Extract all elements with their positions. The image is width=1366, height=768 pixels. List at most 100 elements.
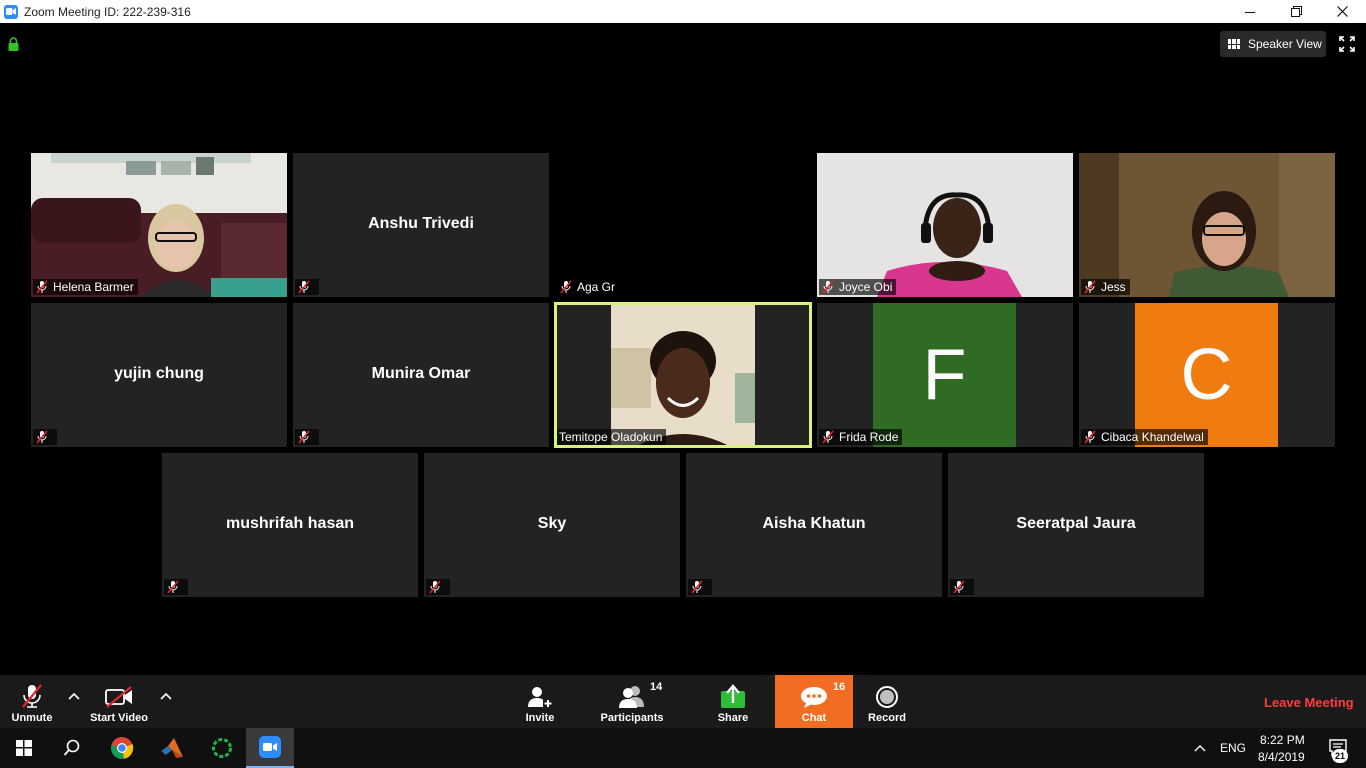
taskbar-matlab[interactable] xyxy=(148,728,196,768)
taskbar-chrome[interactable] xyxy=(98,728,146,768)
video-tile-seeratpal[interactable]: Seeratpal Jaura xyxy=(948,453,1204,597)
video-tile-yujin[interactable]: yujin chung xyxy=(31,303,287,447)
muted-mic-icon xyxy=(429,580,441,594)
muted-mic-icon xyxy=(822,430,834,444)
unmute-label: Unmute xyxy=(11,712,53,724)
video-tile-jess[interactable]: Jess xyxy=(1079,153,1335,297)
share-label: Share xyxy=(717,712,749,724)
minimize-button[interactable] xyxy=(1227,0,1273,23)
participant-label xyxy=(33,429,57,445)
input-language[interactable]: ENG xyxy=(1220,741,1246,755)
invite-person-icon xyxy=(528,687,553,708)
share-screen-button[interactable]: Share xyxy=(712,675,754,728)
chat-bubble-icon xyxy=(801,687,827,708)
muted-mic-icon xyxy=(298,430,310,444)
clock-date[interactable]: 8/4/2019 xyxy=(1258,750,1305,764)
taskbar-app-green[interactable] xyxy=(198,728,246,768)
participant-label xyxy=(295,279,319,295)
meeting-toolbar: Unmute Start Video Invite Participants 1… xyxy=(0,675,1366,728)
fullscreen-icon[interactable] xyxy=(1338,35,1356,53)
grid-icon xyxy=(1228,39,1240,49)
muted-mic-icon xyxy=(36,280,48,294)
action-center-button[interactable]: 21 xyxy=(1318,728,1358,768)
participant-label: Aga Gr xyxy=(557,279,620,295)
video-tile-munira[interactable]: Munira Omar xyxy=(293,303,549,447)
windows-start-button[interactable] xyxy=(0,728,48,768)
zoom-icon xyxy=(259,736,281,758)
video-stage: Speaker View Helena Barmer Anshu Trivedi… xyxy=(0,23,1366,675)
invite-label: Invite xyxy=(525,712,555,724)
video-feed xyxy=(31,153,287,297)
chat-unread-badge: 16 xyxy=(833,681,846,693)
encryption-lock-icon[interactable] xyxy=(8,37,19,51)
participant-label: Temitope Oladokun xyxy=(557,429,667,445)
avatar-initial: F xyxy=(922,335,967,415)
title-bar: Zoom Meeting ID: 222-239-316 xyxy=(0,0,1366,23)
show-hidden-icons-chevron-up-icon[interactable] xyxy=(1193,743,1207,753)
chrome-icon xyxy=(111,737,134,759)
notification-count-badge: 21 xyxy=(1332,749,1348,763)
audio-options-chevron-up-icon[interactable] xyxy=(67,691,81,701)
participant-name: Jess xyxy=(1101,280,1126,294)
participant-display-name: Aisha Khatun xyxy=(762,515,866,532)
participant-label xyxy=(688,579,712,595)
video-tile-sky[interactable]: Sky xyxy=(424,453,680,597)
start-video-button[interactable]: Start Video xyxy=(88,675,150,728)
video-tile-aisha[interactable]: Aisha Khatun xyxy=(686,453,942,597)
close-button[interactable] xyxy=(1319,0,1365,23)
participant-display-name: mushrifah hasan xyxy=(225,515,355,532)
participant-label xyxy=(164,579,188,595)
taskbar-search-button[interactable] xyxy=(48,728,96,768)
participants-icon xyxy=(619,686,644,708)
participant-name: Cibaca Khandelwal xyxy=(1101,430,1204,444)
video-tile-aga[interactable]: Aga Gr xyxy=(555,153,811,297)
video-off-icon xyxy=(105,686,132,708)
participant-display-name: Sky xyxy=(537,515,567,532)
participant-name: Temitope Oladokun xyxy=(559,430,663,444)
muted-mic-icon xyxy=(167,580,179,594)
participant-label xyxy=(295,429,319,445)
speaker-view-label: Speaker View xyxy=(1248,37,1322,51)
participant-label xyxy=(426,579,450,595)
record-button[interactable]: Record xyxy=(864,675,910,728)
taskbar-zoom[interactable] xyxy=(246,728,294,768)
participant-display-name: Seeratpal Jaura xyxy=(1016,515,1136,532)
muted-mic-icon xyxy=(691,580,703,594)
participant-name: Joyce Obi xyxy=(839,280,893,294)
window-title: Zoom Meeting ID: 222-239-316 xyxy=(24,4,191,19)
video-tile-joyce[interactable]: Joyce Obi xyxy=(817,153,1073,297)
clock-time[interactable]: 8:22 PM xyxy=(1260,733,1305,747)
video-feed xyxy=(555,303,811,447)
share-screen-icon xyxy=(721,684,745,708)
video-tile-cibaca[interactable]: C Cibaca Khandelwal xyxy=(1079,303,1335,447)
windows-logo-icon xyxy=(16,740,32,756)
video-tile-helena[interactable]: Helena Barmer xyxy=(31,153,287,297)
leave-meeting-button[interactable]: Leave Meeting xyxy=(1264,695,1354,710)
video-tile-mushrifah[interactable]: mushrifah hasan xyxy=(162,453,418,597)
invite-button[interactable]: Invite xyxy=(517,675,563,728)
video-tile-frida[interactable]: F Frida Rode xyxy=(817,303,1073,447)
muted-mic-icon xyxy=(822,280,834,294)
record-icon xyxy=(876,686,898,708)
maximize-button[interactable] xyxy=(1273,0,1319,23)
participant-name: Aga Gr xyxy=(577,280,616,294)
muted-mic-icon xyxy=(953,580,965,594)
muted-mic-icon xyxy=(560,280,572,294)
participant-label: Joyce Obi xyxy=(819,279,897,295)
video-tile-temitope-active-speaker[interactable]: Temitope Oladokun xyxy=(554,302,812,448)
matlab-icon xyxy=(161,738,183,758)
participant-label xyxy=(950,579,974,595)
participants-count-badge: 14 xyxy=(650,681,663,693)
video-feed xyxy=(1079,153,1335,297)
record-label: Record xyxy=(868,712,906,724)
windows-taskbar: ENG 8:22 PM 8/4/2019 21 xyxy=(0,728,1366,768)
circular-app-icon xyxy=(212,738,232,758)
zoom-logo-icon xyxy=(4,4,18,19)
muted-mic-icon xyxy=(298,280,310,294)
unmute-button[interactable]: Unmute xyxy=(6,675,58,728)
speaker-view-button[interactable]: Speaker View xyxy=(1220,31,1326,57)
muted-mic-icon xyxy=(1084,430,1096,444)
video-options-chevron-up-icon[interactable] xyxy=(159,691,173,701)
video-tile-anshu[interactable]: Anshu Trivedi xyxy=(293,153,549,297)
search-icon xyxy=(63,739,80,756)
